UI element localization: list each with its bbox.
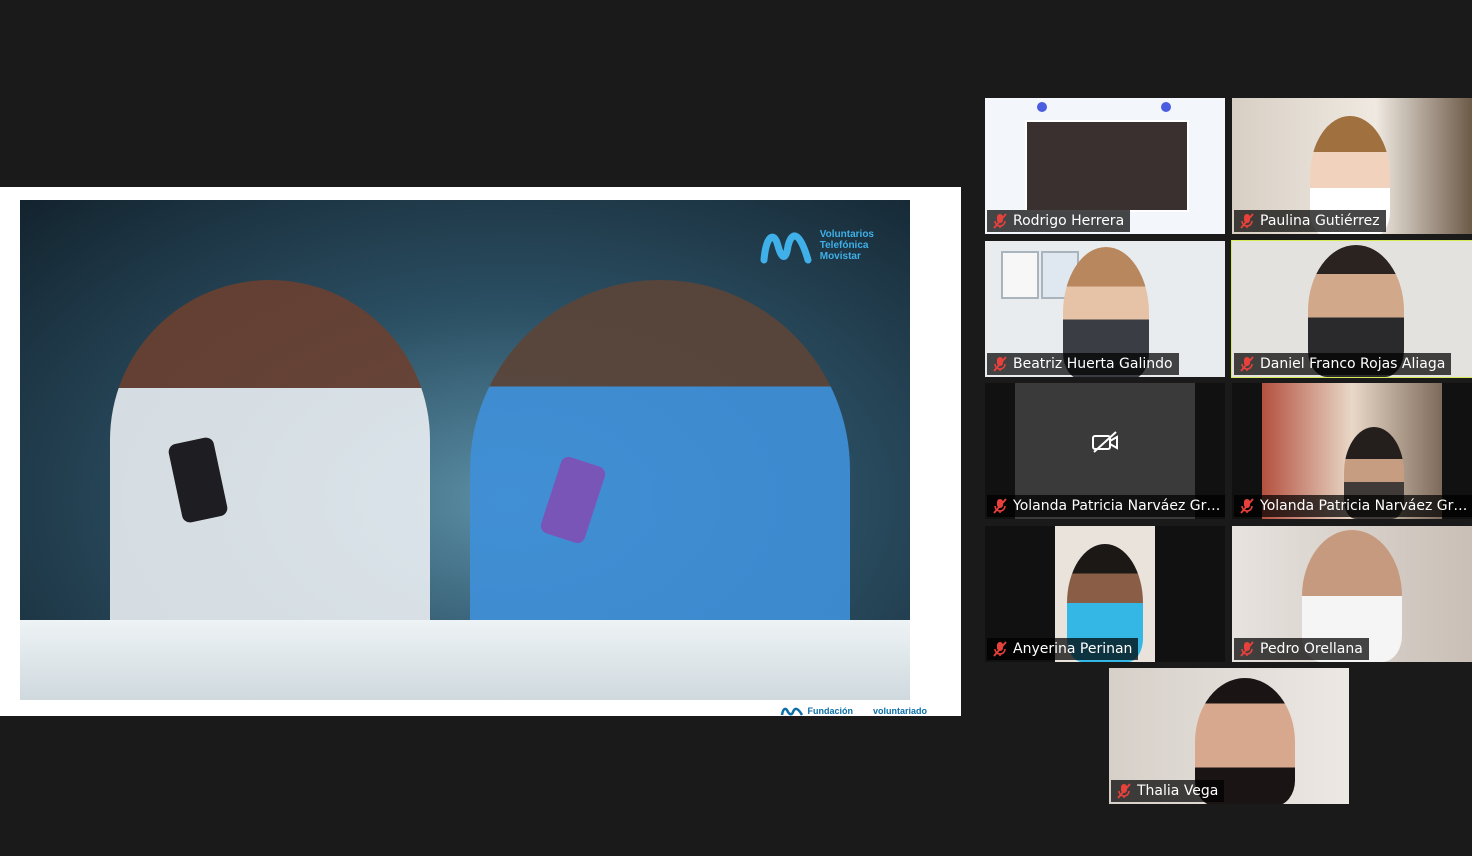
slide-photo: Voluntarios Telefónica Movistar <box>20 200 910 700</box>
movistar-small-logo-icon <box>781 707 804 716</box>
nameplate: Beatriz Huerta Galindo <box>987 353 1179 375</box>
photo-table <box>20 620 910 700</box>
microphone-muted-icon <box>1117 783 1131 799</box>
nameplate: Yolanda Patricia Narváez Gra... <box>987 495 1225 517</box>
decor-dot <box>1037 102 1047 112</box>
participant-tile[interactable]: Yolanda Patricia Narváez Gra... <box>985 383 1225 519</box>
participant-name: Anyerina Perinan <box>1013 641 1133 657</box>
photo-person-elderly <box>470 280 850 660</box>
participant-tile[interactable]: Thalia Vega <box>1109 668 1349 804</box>
participant-tile[interactable]: Yolanda Patricia Narváez Gra... <box>1232 383 1472 519</box>
microphone-muted-icon <box>1240 356 1254 372</box>
brand-line-3: Movistar <box>819 250 861 262</box>
microphone-muted-icon <box>993 213 1007 229</box>
footer-right-text: voluntariado <box>872 706 927 716</box>
movistar-brand: Voluntarios Telefónica Movistar <box>760 226 874 264</box>
nameplate: Yolanda Patricia Narváez Gra... <box>1234 495 1472 517</box>
movistar-logo-icon <box>760 232 812 264</box>
participant-name: Yolanda Patricia Narváez Gra... <box>1013 498 1223 514</box>
participant-name: Rodrigo Herrera <box>1013 213 1125 229</box>
microphone-muted-icon <box>993 356 1007 372</box>
decor-dot <box>1161 102 1171 112</box>
nameplate: Rodrigo Herrera <box>987 210 1131 232</box>
participant-tile[interactable]: Rodrigo Herrera <box>985 98 1225 234</box>
microphone-muted-icon <box>993 498 1007 514</box>
participant-name: Pedro Orellana <box>1260 641 1363 657</box>
participant-tile-active[interactable]: Daniel Franco Rojas Aliaga <box>1231 240 1472 378</box>
nameplate: Pedro Orellana <box>1234 638 1369 660</box>
nameplate: Paulina Gutiérrez <box>1234 210 1386 232</box>
participant-name: Thalia Vega <box>1137 783 1219 799</box>
nameplate: Anyerina Perinan <box>987 638 1139 660</box>
footer-left-text: Fundación <box>807 706 853 716</box>
microphone-muted-icon <box>1240 213 1254 229</box>
microphone-muted-icon <box>1240 498 1254 514</box>
nameplate: Daniel Franco Rojas Aliaga <box>1234 353 1452 375</box>
brand-line-2: Telefónica <box>819 239 869 251</box>
footer-foundation: Fundación <box>780 706 853 716</box>
microphone-muted-icon <box>993 641 1007 657</box>
participant-tile[interactable]: Anyerina Perinan <box>985 526 1225 662</box>
participant-name: Daniel Franco Rojas Aliaga <box>1260 356 1446 372</box>
brand-line-1: Voluntarios <box>819 228 874 240</box>
shared-screen: Voluntarios Telefónica Movistar Fundació… <box>0 187 961 716</box>
participant-tile[interactable]: Pedro Orellana <box>1232 526 1472 662</box>
participant-tile[interactable]: Paulina Gutiérrez <box>1232 98 1472 234</box>
video-off-icon <box>1092 431 1118 453</box>
participant-tile[interactable]: Beatriz Huerta Galindo <box>985 241 1225 377</box>
brand-text: Voluntarios Telefónica Movistar <box>820 229 874 262</box>
participant-name: Paulina Gutiérrez <box>1260 213 1380 229</box>
slide-footer: Fundación voluntariado <box>780 706 927 716</box>
microphone-muted-icon <box>1240 641 1254 657</box>
participant-name: Yolanda Patricia Narváez Gra... <box>1260 498 1470 514</box>
photo-person-volunteer <box>110 280 430 640</box>
nameplate: Thalia Vega <box>1111 780 1225 802</box>
wall-frame <box>1001 251 1039 299</box>
participant-name: Beatriz Huerta Galindo <box>1013 356 1173 372</box>
video-inner-frame <box>1025 120 1189 212</box>
